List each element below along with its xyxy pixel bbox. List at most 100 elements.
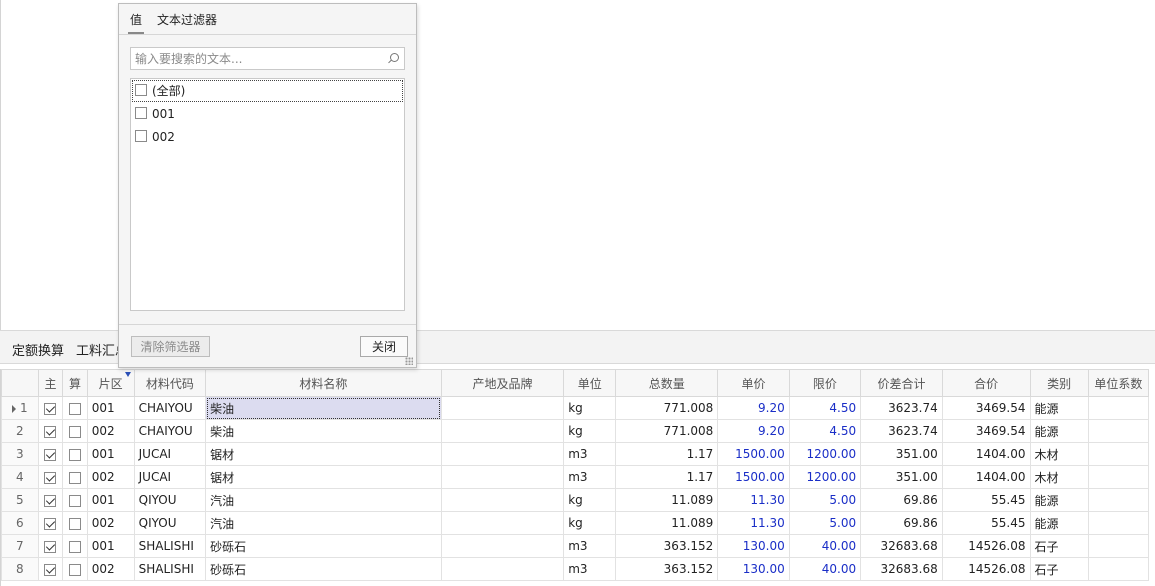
cell-category[interactable]: 能源 [1029,419,1089,443]
main-checkbox[interactable] [44,425,57,438]
col-origin-header[interactable]: 产地及品牌 [440,369,565,397]
cell-area[interactable]: 002 [86,511,135,535]
filter-value-checkbox[interactable] [135,84,147,96]
cell-origin[interactable] [440,465,565,489]
clear-filter-button[interactable]: 清除筛选器 [131,336,210,357]
table-row[interactable]: 1 001 CHAIYOU 柴油 kg 771.008 9.20 4.50 3623.74 346… [1,396,1150,420]
cell-factor[interactable] [1087,396,1150,420]
main-checkbox[interactable] [44,402,57,415]
col-area-header[interactable]: 片区 [86,369,135,397]
cell-unit[interactable]: kg [563,488,617,512]
cell-price[interactable]: 130.00 [717,534,790,558]
cell-factor[interactable] [1087,557,1150,581]
cell-origin[interactable] [440,534,565,558]
col-unit-header[interactable]: 单位 [563,369,617,397]
main-checkbox[interactable] [44,471,57,484]
resize-grip-icon[interactable] [405,357,413,365]
cell-diff[interactable]: 3623.74 [860,396,943,420]
row-number[interactable]: 4 [1,465,39,489]
cell-qty[interactable]: 11.089 [615,488,719,512]
col-category-header[interactable]: 类别 [1029,369,1089,397]
row-number[interactable]: 6 [1,511,39,535]
cell-unit[interactable]: kg [563,511,617,535]
cell-price[interactable]: 9.20 [717,396,790,420]
cell-qty[interactable]: 1.17 [615,465,719,489]
cell-code[interactable]: JUCAI [133,442,207,466]
cell-qty[interactable]: 363.152 [615,534,719,558]
cell-price[interactable]: 130.00 [717,557,790,581]
cell-unit[interactable]: kg [563,419,617,443]
table-row[interactable]: 8 002 SHALISHI 砂砾石 m3 363.152 130.00 40.00 32683… [1,557,1150,581]
cell-limit[interactable]: 5.00 [788,511,862,535]
col-calc-header[interactable]: 算 [62,369,88,397]
cell-category[interactable]: 木材 [1029,465,1089,489]
cell-factor[interactable] [1087,419,1150,443]
cell-unit[interactable]: m3 [563,534,617,558]
table-row[interactable]: 2 002 CHAIYOU 柴油 kg 771.008 9.20 4.50 3623.74 346… [1,419,1150,443]
col-qty-header[interactable]: 总数量 [615,369,719,397]
col-main-header[interactable]: 主 [37,369,64,397]
cell-name[interactable]: 汽油 [205,488,442,512]
cell-code[interactable]: JUCAI [133,465,207,489]
calc-checkbox[interactable] [68,402,81,415]
cell-area[interactable]: 001 [86,488,135,512]
row-number[interactable]: 1 [1,396,39,420]
cell-unit[interactable]: kg [563,396,617,420]
cell-total[interactable]: 55.45 [941,488,1031,512]
filter-value-item[interactable]: 001 [132,103,403,125]
cell-limit[interactable]: 4.50 [788,396,862,420]
cell-area[interactable]: 001 [86,442,135,466]
cell-price[interactable]: 9.20 [717,419,790,443]
cell-diff[interactable]: 69.86 [860,488,943,512]
cell-diff[interactable]: 3623.74 [860,419,943,443]
cell-category[interactable]: 能源 [1029,511,1089,535]
cell-origin[interactable] [440,557,565,581]
cell-code[interactable]: QIYOU [133,511,207,535]
cell-code[interactable]: CHAIYOU [133,396,207,420]
table-row[interactable]: 7 001 SHALISHI 砂砾石 m3 363.152 130.00 40.00 32683… [1,534,1150,558]
main-checkbox[interactable] [44,540,57,553]
cell-area[interactable]: 001 [86,534,135,558]
cell-area[interactable]: 002 [86,419,135,443]
cell-total[interactable]: 14526.08 [941,557,1031,581]
cell-total[interactable]: 1404.00 [941,442,1031,466]
table-row[interactable]: 6 002 QIYOU 汽油 kg 11.089 11.30 5.00 69.86 55.45 能源 [1,511,1150,535]
calc-checkbox[interactable] [68,425,81,438]
cell-limit[interactable]: 1200.00 [788,442,862,466]
cell-factor[interactable] [1087,488,1150,512]
cell-qty[interactable]: 771.008 [615,419,719,443]
row-header-header[interactable] [1,369,39,397]
col-factor-header[interactable]: 单位系数 [1087,369,1150,397]
main-checkbox[interactable] [44,563,57,576]
cell-category[interactable]: 能源 [1029,396,1089,420]
cell-price[interactable]: 11.30 [717,511,790,535]
cell-total[interactable]: 3469.54 [941,419,1031,443]
cell-category[interactable]: 石子 [1029,557,1089,581]
calc-checkbox[interactable] [68,494,81,507]
main-checkbox[interactable] [44,494,57,507]
cell-origin[interactable] [440,511,565,535]
cell-origin[interactable] [440,419,565,443]
table-row[interactable]: 4 002 JUCAI 锯材 m3 1.17 1500.00 1200.00 351.00 140… [1,465,1150,489]
tab-quota-conversion[interactable]: 定额换算 [12,340,64,359]
tab-text-filter[interactable]: 文本过滤器 [157,11,217,28]
row-number[interactable]: 7 [1,534,39,558]
filter-value-checkbox[interactable] [135,107,147,119]
cell-name[interactable]: 锯材 [205,442,442,466]
cell-unit[interactable]: m3 [563,442,617,466]
cell-price[interactable]: 1500.00 [717,465,790,489]
cell-total[interactable]: 14526.08 [941,534,1031,558]
cell-limit[interactable]: 4.50 [788,419,862,443]
cell-diff[interactable]: 32683.68 [860,534,943,558]
calc-checkbox[interactable] [68,448,81,461]
cell-factor[interactable] [1087,465,1150,489]
cell-unit[interactable]: m3 [563,465,617,489]
cell-diff[interactable]: 69.86 [860,511,943,535]
cell-code[interactable]: CHAIYOU [133,419,207,443]
cell-category[interactable]: 石子 [1029,534,1089,558]
cell-qty[interactable]: 363.152 [615,557,719,581]
row-number[interactable]: 2 [1,419,39,443]
col-code-header[interactable]: 材料代码 [133,369,207,397]
col-total-header[interactable]: 合价 [941,369,1031,397]
col-limit-header[interactable]: 限价 [788,369,862,397]
